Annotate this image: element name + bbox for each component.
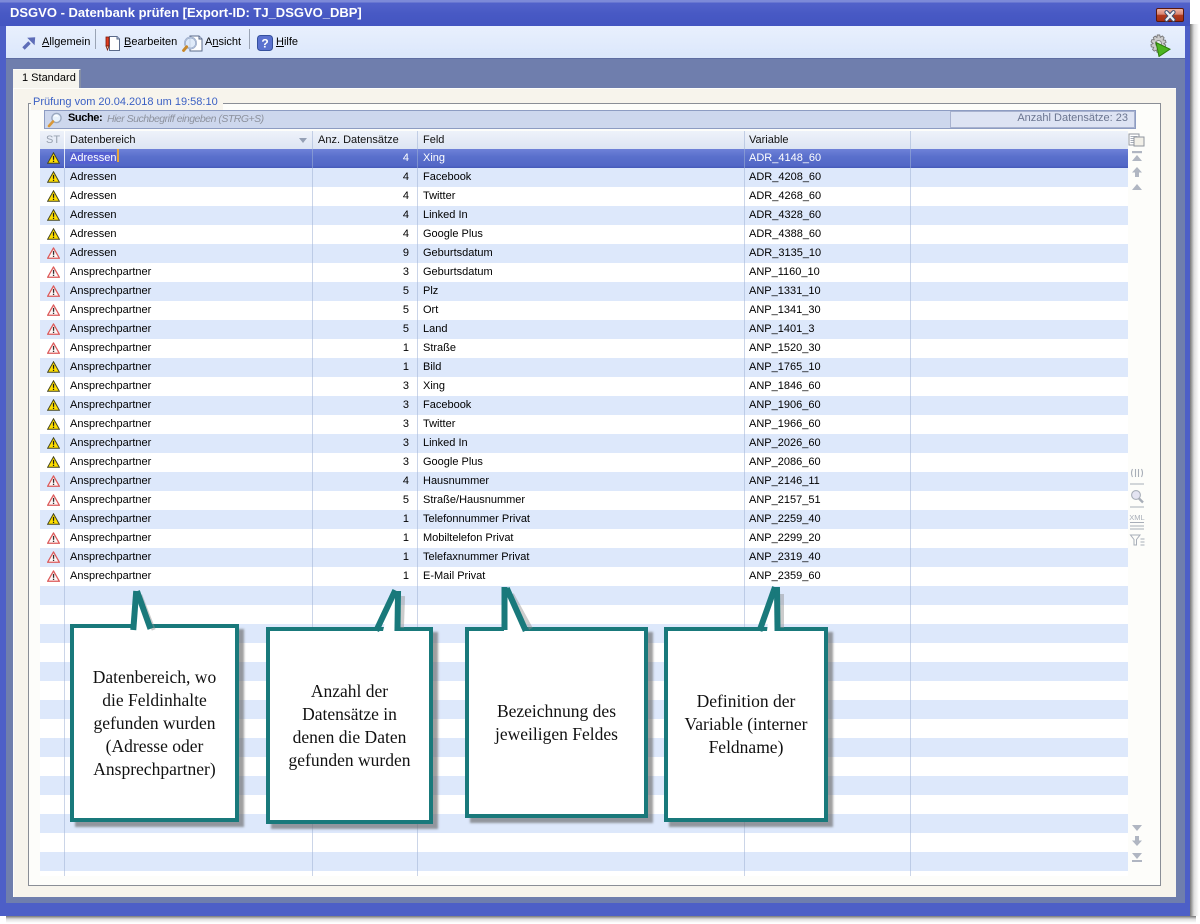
svg-text:?: ? xyxy=(261,37,268,51)
svg-text:XML: XML xyxy=(1129,513,1144,522)
